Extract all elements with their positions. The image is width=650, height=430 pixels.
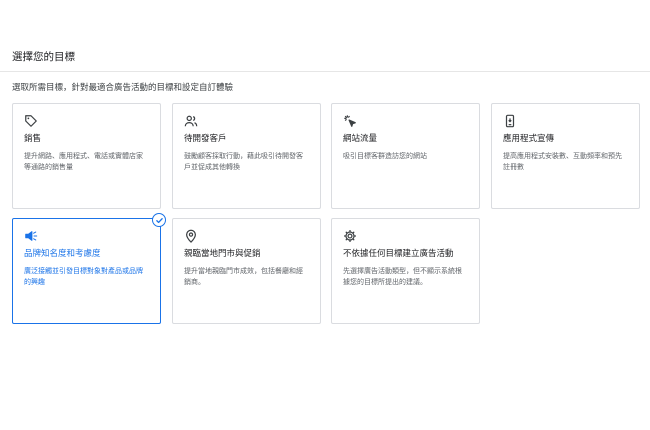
- goal-card-brand-awareness[interactable]: 品牌知名度和考慮度 廣泛接觸並引發目標對象對產品或品牌的興趣: [12, 213, 166, 324]
- goal-card-app-promotion[interactable]: 應用程式宣傳 提高應用程式安裝數、互動頻率和預先註冊數: [491, 103, 640, 209]
- page-header: 選擇您的目標: [0, 0, 650, 72]
- goal-card-description: 吸引目標客群造訪您的網站: [343, 152, 427, 160]
- people-icon: [184, 114, 198, 128]
- megaphone-icon: [24, 229, 38, 243]
- cursor-click-icon: [343, 114, 357, 128]
- goal-card-title: 待開發客戶: [184, 134, 227, 144]
- goal-card-local-store-visits[interactable]: 親臨當地門市與促銷 提升當地親臨門市成效，包括餐廳和經銷商。: [172, 218, 321, 324]
- goal-card-description: 鼓勵顧客採取行動，藉此吸引待開發客戶並促成其他轉換: [184, 152, 303, 171]
- goal-card-website-traffic[interactable]: 網站流量 吸引目標客群造訪您的網站: [331, 103, 480, 209]
- goal-card-sales[interactable]: 銷售 提升網路、應用程式、電話或實體店家等通路的銷售量: [12, 103, 161, 209]
- goal-card-title: 網站流量: [343, 134, 378, 144]
- goal-card-description: 提升當地親臨門市成效，包括餐廳和經銷商。: [184, 267, 303, 286]
- goal-card-title: 親臨當地門市與促銷: [184, 249, 261, 259]
- goal-card-description: 廣泛接觸並引發目標對象對產品或品牌的興趣: [24, 267, 143, 286]
- goal-card-description: 先選擇廣告活動類型，但不顯示系統根據您的目標所提出的建議。: [343, 267, 462, 286]
- goal-card-description: 提升網路、應用程式、電話或實體店家等通路的銷售量: [24, 152, 143, 171]
- mobile-app-icon: [503, 114, 517, 128]
- tag-icon: [24, 114, 38, 128]
- goal-card-leads[interactable]: 待開發客戶 鼓勵顧客採取行動，藉此吸引待開發客戶並促成其他轉換: [172, 103, 321, 209]
- goal-card-title: 不依據任何目標建立廣告活動: [343, 249, 454, 259]
- goal-card-no-goal[interactable]: 不依據任何目標建立廣告活動 先選擇廣告活動類型，但不顯示系統根據您的目標所提出的…: [331, 218, 480, 324]
- selected-check-icon: [152, 213, 166, 227]
- goal-card-title: 品牌知名度和考慮度: [24, 249, 101, 259]
- page-subtitle: 選取所需目標，針對最適合廣告活動的目標和設定自訂體驗: [12, 83, 234, 93]
- goal-card-title: 銷售: [24, 134, 42, 144]
- gear-icon: [343, 229, 357, 243]
- page-title: 選擇您的目標: [12, 51, 75, 63]
- location-pin-icon: [184, 229, 198, 243]
- goal-card-title: 應用程式宣傳: [503, 134, 555, 144]
- goal-card-description: 提高應用程式安裝數、互動頻率和預先註冊數: [503, 152, 622, 171]
